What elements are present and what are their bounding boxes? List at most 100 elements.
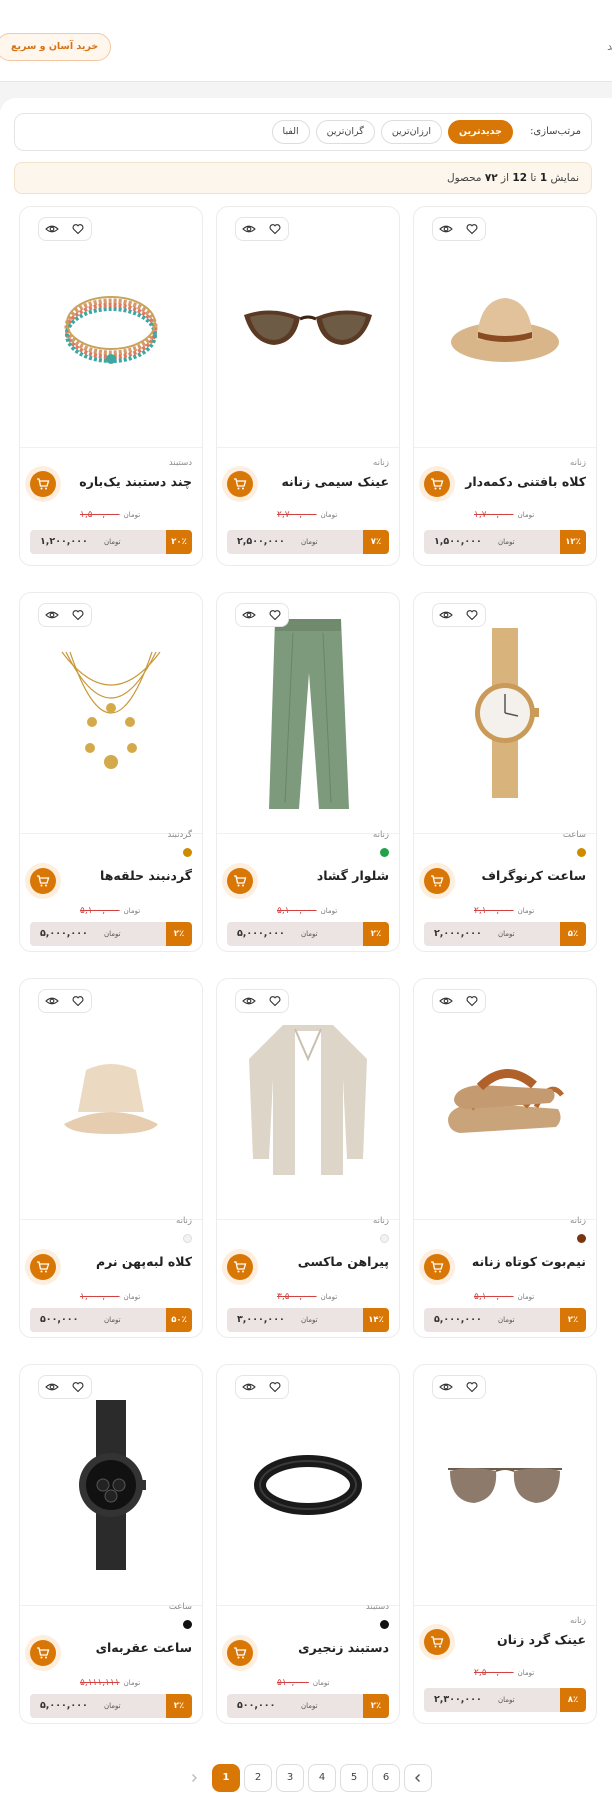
wishlist-button[interactable] (262, 604, 288, 626)
quick-view-button[interactable] (433, 604, 459, 626)
color-swatch[interactable] (183, 848, 192, 857)
heart-icon (72, 996, 84, 1007)
color-swatch[interactable] (380, 848, 389, 857)
product-name[interactable]: عینک گرد زنان (497, 1632, 586, 1647)
product-info: زنانه شلوار گشاد تومان ۵,۱۰۰,۰۰۰ ۲٪ تومان ۵,۰۰… (217, 830, 399, 951)
quick-view-button[interactable] (39, 604, 65, 626)
product-card[interactable]: دستبند چند دستبند یک‌باره تومان ۱,۵۰۰,۰۰۰ ۲۰… (19, 206, 203, 566)
wishlist-button[interactable] (459, 990, 485, 1012)
wishlist-button[interactable] (262, 218, 288, 240)
add-to-cart-button[interactable] (30, 868, 56, 894)
quick-view-button[interactable] (236, 604, 262, 626)
product-image[interactable] (217, 979, 399, 1219)
add-to-cart-button[interactable] (30, 1640, 56, 1666)
product-card[interactable]: زنانه پیراهن ماکسی تومان ۳,۵۰۰,۰۰۰ ۱۴٪ تومان ۳… (216, 978, 400, 1338)
product-card[interactable]: ساعت ساعت کرنوگراف تومان ۲,۱۰۰,۰۰۰ ۵٪ تومان ۲,… (413, 592, 597, 952)
pagination-prev[interactable] (404, 1764, 432, 1792)
wishlist-button[interactable] (65, 218, 91, 240)
quick-view-button[interactable] (39, 1376, 65, 1398)
product-name[interactable]: کلاه بافتنی دکمه‌دار (465, 474, 586, 489)
product-name[interactable]: ساعت کرنوگراف (481, 868, 586, 883)
product-image[interactable] (414, 207, 596, 447)
product-image[interactable] (20, 207, 202, 447)
promo-badge[interactable]: خرید آسان و سریع (0, 33, 112, 61)
product-card[interactable]: زنانه نیم‌بوت کوتاه زنانه تومان ۵,۱۰۰,۰۰۰ ۲٪… (413, 978, 597, 1338)
product-card[interactable]: زنانه کلاه لبه‌پهن نرم تومان ۱,۰۰۰,۰۰۰ ۵۰٪ تو… (19, 978, 203, 1338)
wishlist-button[interactable] (262, 990, 288, 1012)
product-image[interactable] (414, 1365, 596, 1605)
add-to-cart-button[interactable] (30, 471, 56, 497)
product-image[interactable] (217, 207, 399, 447)
wishlist-button[interactable] (459, 604, 485, 626)
quick-view-button[interactable] (236, 218, 262, 240)
wishlist-button[interactable] (65, 604, 91, 626)
product-name[interactable]: ساعت عقربه‌ای (96, 1640, 192, 1655)
color-swatch[interactable] (577, 1234, 586, 1243)
product-name[interactable]: عینک سیمی زنانه (281, 474, 389, 489)
product-image[interactable] (217, 593, 399, 833)
product-image[interactable] (414, 593, 596, 833)
price-currency: تومان (104, 930, 121, 938)
page-1[interactable]: 1 (212, 1764, 240, 1792)
add-to-cart-button[interactable] (30, 1254, 56, 1280)
color-swatch[interactable] (577, 848, 586, 857)
old-price-currency: تومان (123, 511, 141, 519)
color-swatch[interactable] (380, 1620, 389, 1629)
wishlist-button[interactable] (65, 990, 91, 1012)
wishlist-button[interactable] (459, 218, 485, 240)
product-image[interactable] (20, 593, 202, 833)
product-card[interactable]: گردنبند گردنبند حلقه‌ها تومان ۵,۱۰۰,۰۰۰ ۲٪ تو… (19, 592, 203, 952)
product-image[interactable] (414, 979, 596, 1219)
quick-view-button[interactable] (39, 990, 65, 1012)
product-name[interactable]: چند دستبند یک‌باره (79, 474, 192, 489)
quick-view-button[interactable] (433, 1376, 459, 1398)
product-name[interactable]: دستبند زنجیری (298, 1640, 389, 1655)
product-name[interactable]: شلوار گشاد (317, 868, 389, 883)
add-to-cart-button[interactable] (424, 868, 450, 894)
add-to-cart-button[interactable] (424, 471, 450, 497)
wishlist-button[interactable] (459, 1376, 485, 1398)
add-to-cart-button[interactable] (227, 471, 253, 497)
product-card[interactable]: دستبند دستبند زنجیری تومان ۵۱۰,۰۰۰ ۲٪ تومان ۵۰… (216, 1364, 400, 1724)
sort-option-alphabetical[interactable]: الفبا (271, 120, 310, 144)
color-swatch[interactable] (380, 1234, 389, 1243)
add-to-cart-button[interactable] (227, 1254, 253, 1280)
quick-view-button[interactable] (236, 990, 262, 1012)
product-image[interactable] (20, 1365, 202, 1605)
add-to-cart-button[interactable] (227, 1640, 253, 1666)
sort-option-cheapest[interactable]: ارزان‌ترین (380, 120, 443, 144)
product-card[interactable]: زنانه عینک سیمی زنانه تومان ۲,۷۰۰,۰۰۰ ۷٪ توما… (216, 206, 400, 566)
page-3[interactable]: 3 (276, 1764, 304, 1792)
color-swatch[interactable] (183, 1234, 192, 1243)
price-bar: ۲٪ تومان ۵۰۰,۰۰۰ (227, 1694, 389, 1718)
quick-view-button[interactable] (236, 1376, 262, 1398)
page-5[interactable]: 5 (340, 1764, 368, 1792)
page-2[interactable]: 2 (244, 1764, 272, 1792)
sort-option-newest[interactable]: جدیدترین (448, 120, 513, 144)
product-image[interactable] (20, 979, 202, 1219)
product-card[interactable]: زنانه کلاه بافتنی دکمه‌دار تومان ۱,۷۰۰,۰۰۰ ۱… (413, 206, 597, 566)
add-to-cart-button[interactable] (424, 1254, 450, 1280)
product-card[interactable]: ساعت ساعت عقربه‌ای تومان ۵,۱۱۱,۱۱۱ ۲٪ تومان ۵,… (19, 1364, 203, 1724)
product-name[interactable]: کلاه لبه‌پهن نرم (96, 1254, 192, 1269)
add-to-cart-button[interactable] (227, 868, 253, 894)
product-name[interactable]: گردنبند حلقه‌ها (100, 868, 192, 883)
page-6[interactable]: 6 (372, 1764, 400, 1792)
page-4[interactable]: 4 (308, 1764, 336, 1792)
product-name[interactable]: نیم‌بوت کوتاه زنانه (472, 1254, 586, 1269)
product-image[interactable] (217, 1365, 399, 1605)
wishlist-button[interactable] (262, 1376, 288, 1398)
quick-view-button[interactable] (39, 218, 65, 240)
product-name[interactable]: پیراهن ماکسی (298, 1254, 389, 1269)
wishlist-button[interactable] (65, 1376, 91, 1398)
color-swatch[interactable] (183, 1620, 192, 1629)
price-bar: ۱۴٪ تومان ۳,۰۰۰,۰۰۰ (227, 1308, 389, 1332)
quick-view-button[interactable] (433, 990, 459, 1012)
quick-view-button[interactable] (433, 218, 459, 240)
add-to-cart-button[interactable] (424, 1629, 450, 1655)
product-card[interactable]: زنانه شلوار گشاد تومان ۵,۱۰۰,۰۰۰ ۲٪ تومان ۵,۰۰… (216, 592, 400, 952)
product-card[interactable]: زنانه عینک گرد زنان تومان ۲,۵۰۰,۰۰۰ ۸٪ تومان ۲… (413, 1364, 597, 1724)
product-category: زنانه (373, 1216, 389, 1226)
card-actions (38, 989, 92, 1013)
sort-option-most-expensive[interactable]: گران‌ترین (315, 120, 375, 144)
